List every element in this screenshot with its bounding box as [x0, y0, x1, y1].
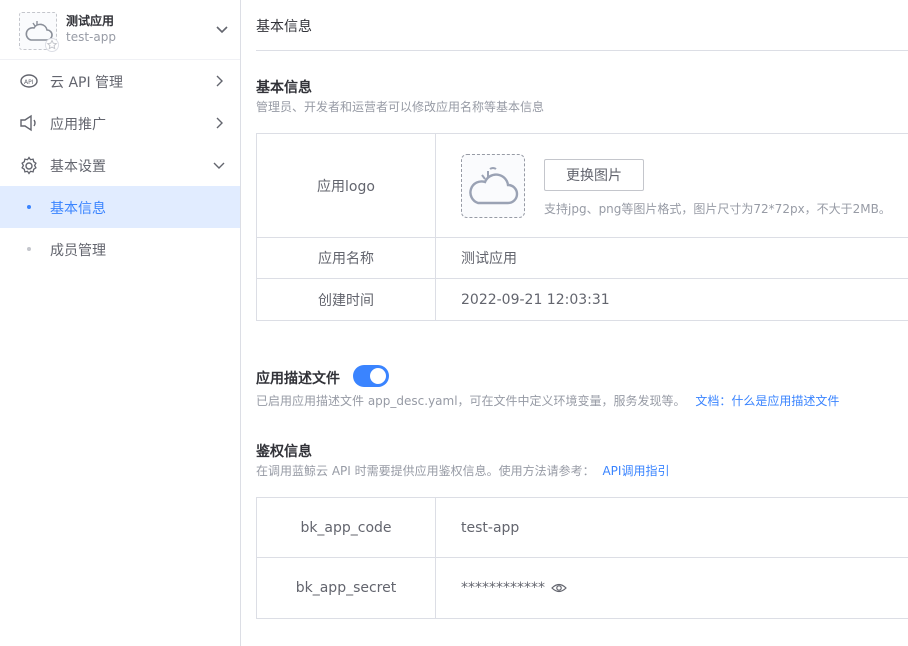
desc-file-doc-link[interactable]: 文档：什么是应用描述文件 — [695, 394, 839, 408]
basic-info-table: 应用logo 更换图片 支持jpg、png等图片格式，图片尺寸为72*72px，… — [256, 133, 908, 321]
desc-file-toggle[interactable] — [353, 365, 389, 387]
eye-icon[interactable] — [551, 582, 567, 594]
table-row-app-code: bk_app_code test-app — [257, 498, 908, 558]
chevron-down-icon — [213, 162, 225, 169]
app-switcher[interactable]: 测试应用 test-app — [0, 0, 240, 60]
speaker-icon — [20, 114, 36, 132]
app-code: test-app — [66, 30, 116, 44]
toggle-knob — [370, 368, 386, 384]
page-title: 基本信息 — [256, 19, 312, 35]
app-name: 测试应用 — [66, 14, 115, 28]
chevron-right-icon — [216, 117, 223, 129]
nav-label: 基本设置 — [50, 159, 106, 175]
api-icon: API — [20, 74, 38, 88]
nav-label: 应用推广 — [50, 117, 106, 133]
name-label: 应用名称 — [257, 238, 436, 278]
nav-label: 成员管理 — [50, 243, 106, 259]
app-secret-label: bk_app_secret — [257, 558, 436, 618]
desc-file-title: 应用描述文件 — [256, 371, 340, 387]
nav-item-cloud-api[interactable]: API 云 API 管理 — [0, 60, 240, 102]
table-row-created: 创建时间 2022-09-21 12:03:31 — [257, 279, 908, 320]
divider — [256, 50, 908, 51]
basic-info-desc: 管理员、开发者和运营者可以修改应用名称等基本信息 — [256, 100, 545, 114]
desc-file-desc: 已启用应用描述文件 app_desc.yaml，可在文件中定义环境变量，服务发现… — [256, 392, 839, 409]
auth-title: 鉴权信息 — [256, 444, 312, 460]
logo-label: 应用logo — [257, 134, 436, 237]
app-code-value: test-app — [461, 519, 520, 536]
nav-label: 基本信息 — [50, 201, 106, 217]
desc-file-text: 已启用应用描述文件 app_desc.yaml，可在文件中定义环境变量，服务发现… — [256, 394, 686, 408]
table-row-name: 应用名称 测试应用 — [257, 238, 908, 279]
app-logo — [19, 12, 59, 52]
sidebar: 测试应用 test-app API 云 API 管理 应用推广 基本设置 基本信… — [0, 0, 241, 646]
auth-table: bk_app_code test-app bk_app_secret *****… — [256, 497, 908, 619]
cloud-icon — [469, 167, 519, 205]
created-label: 创建时间 — [257, 279, 436, 320]
logo-tip: 支持jpg、png等图片格式，图片尺寸为72*72px，不大于2MB。 — [544, 202, 891, 216]
name-value: 测试应用 — [461, 251, 517, 267]
table-row-logo: 应用logo 更换图片 支持jpg、png等图片格式，图片尺寸为72*72px，… — [257, 134, 908, 238]
chevron-right-icon — [216, 75, 223, 87]
bullet-dot — [27, 247, 31, 251]
change-image-button[interactable]: 更换图片 — [544, 159, 644, 191]
svg-text:API: API — [24, 79, 34, 86]
nav-item-promotion[interactable]: 应用推广 — [0, 102, 240, 144]
app-logo-preview — [461, 154, 525, 218]
basic-info-title: 基本信息 — [256, 80, 312, 96]
nav-label: 云 API 管理 — [50, 75, 124, 91]
sidebar-item-basic-info[interactable]: 基本信息 — [0, 186, 240, 228]
app-code-label: bk_app_code — [257, 498, 436, 557]
auth-desc-text: 在调用蓝鲸云 API 时需要提供应用鉴权信息。使用方法请参考： — [256, 464, 595, 478]
bullet-dot — [27, 205, 31, 209]
app-secret-value: ************ — [461, 580, 545, 596]
api-guide-link[interactable]: API调用指引 — [602, 464, 669, 478]
sidebar-item-members[interactable]: 成员管理 — [0, 228, 240, 270]
gear-icon — [21, 156, 37, 175]
star-icon[interactable] — [45, 38, 59, 52]
chevron-down-icon[interactable] — [215, 25, 229, 35]
table-row-app-secret: bk_app_secret ************ — [257, 558, 908, 618]
app-secret-cell: ************ — [461, 558, 567, 618]
auth-desc: 在调用蓝鲸云 API 时需要提供应用鉴权信息。使用方法请参考： API调用指引 — [256, 462, 669, 479]
nav-item-basic-settings[interactable]: 基本设置 — [0, 144, 240, 186]
created-value: 2022-09-21 12:03:31 — [461, 291, 610, 308]
